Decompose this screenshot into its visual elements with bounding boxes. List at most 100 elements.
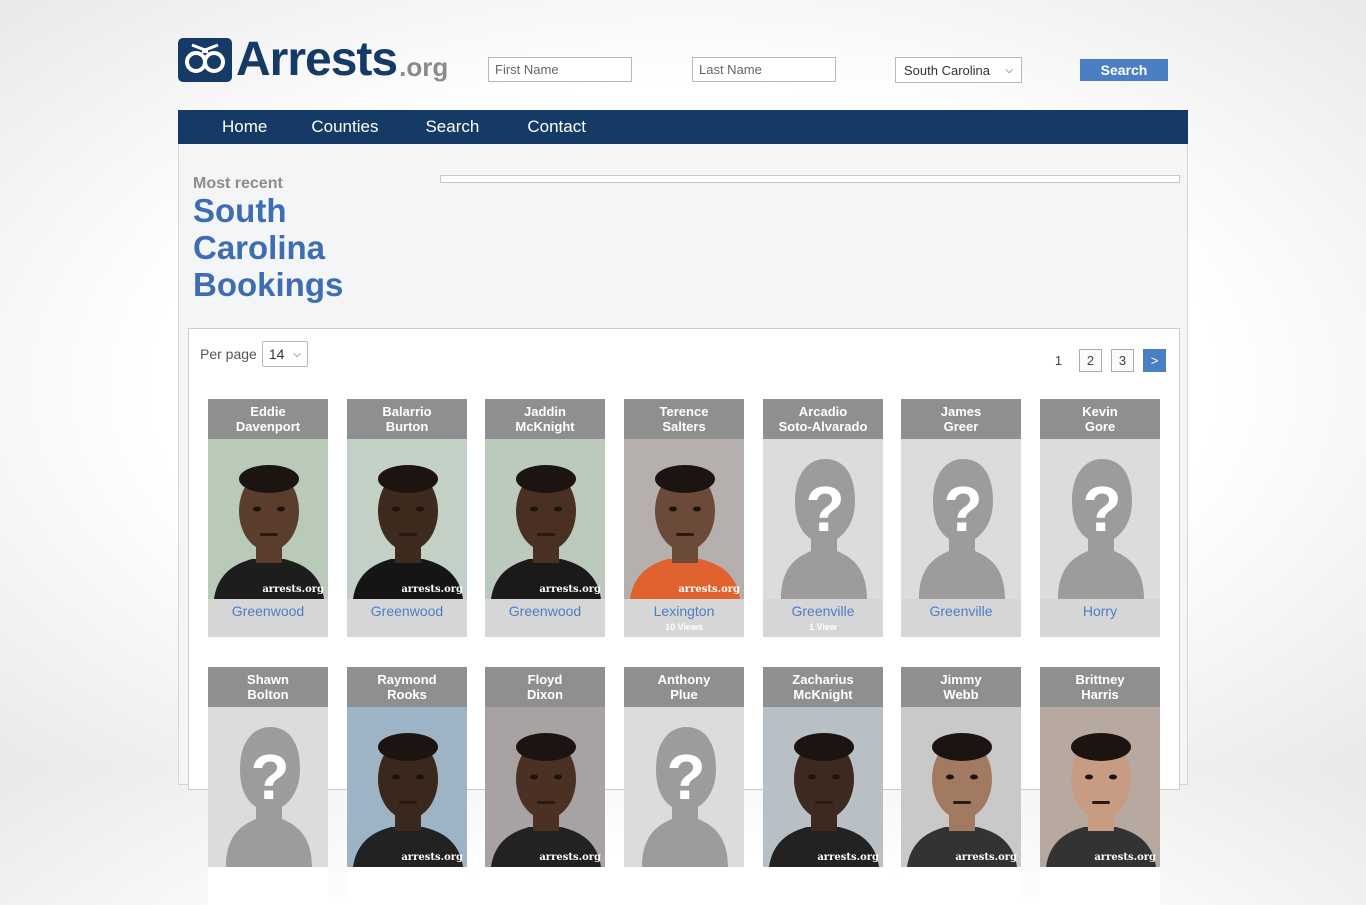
page-title-line3: Bookings [193,266,344,303]
person-name[interactable]: Jaddin McKnight [485,399,605,439]
booking-photo[interactable]: ? [624,707,744,867]
person-name[interactable]: Terence Salters [624,399,744,439]
card-footer: Greenville 1 View [763,599,883,637]
person-name[interactable]: Anthony Plue [624,667,744,707]
person-first-name: Jaddin [524,404,566,419]
county-link[interactable]: Greenwood [208,599,328,622]
booking-card[interactable]: Terence Salters arrests.org Lexington 10 Vie… [624,399,744,637]
booking-photo[interactable]: arrests.org [208,439,328,599]
person-first-name: Anthony [657,672,711,687]
card-footer: Horry [1040,599,1160,637]
booking-card[interactable]: Jimmy Webb arrests.org [901,667,1021,905]
per-page-label: Per page [200,346,257,362]
person-name[interactable]: Zacharius McKnight [763,667,883,707]
person-last-name: Rooks [387,687,427,702]
county-link[interactable]: Horry [1040,599,1160,622]
person-first-name: Jimmy [940,672,982,687]
state-select[interactable]: South Carolina ⌵ [895,57,1022,83]
person-last-name: Soto-Alvarado [778,419,868,434]
county-link[interactable]: Greenwood [347,599,467,622]
booking-card[interactable]: Brittney Harris arrests.org [1040,667,1160,905]
next-page-button[interactable]: > [1143,349,1166,372]
person-name[interactable]: Kevin Gore [1040,399,1160,439]
person-name[interactable]: Raymond Rooks [347,667,467,707]
county-link[interactable]: Lexington [624,599,744,622]
watermark: arrests.org [817,852,879,863]
county-link[interactable]: Greenville [763,599,883,622]
booking-photo[interactable]: arrests.org [763,707,883,867]
person-name[interactable]: Balarrio Burton [347,399,467,439]
booking-card[interactable]: Arcadio Soto-Alvarado? Greenville 1 View [763,399,883,637]
page-current: 1 [1054,353,1063,368]
person-name[interactable]: Jimmy Webb [901,667,1021,707]
watermark: arrests.org [539,584,601,595]
booking-card[interactable]: Balarrio Burton arrests.org Greenwood [347,399,467,637]
booking-photo[interactable]: ? [901,439,1021,599]
person-last-name: Greer [943,419,979,434]
booking-photo[interactable]: arrests.org [624,439,744,599]
booking-card[interactable]: James Greer? Greenville [901,399,1021,637]
booking-photo[interactable]: ? [208,707,328,867]
chevron-down-icon: ⌵ [293,348,301,360]
mugshot-photo [1040,707,1160,867]
booking-photo[interactable]: arrests.org [347,439,467,599]
handcuffs-logo-icon [178,38,232,82]
nav-contact[interactable]: Contact [527,110,586,144]
person-name[interactable]: James Greer [901,399,1021,439]
nav-counties[interactable]: Counties [311,110,378,144]
person-first-name: Shawn [247,672,289,687]
booking-photo[interactable]: arrests.org [485,439,605,599]
booking-card[interactable]: Shawn Bolton? [208,667,328,905]
watermark: arrests.org [401,852,463,863]
person-last-name: Salters [662,419,706,434]
county-link[interactable]: Greenville [901,599,1021,622]
person-last-name: McKnight [793,687,853,702]
page-title-line2: Carolina [193,229,326,266]
person-name[interactable]: Shawn Bolton [208,667,328,707]
site-logo[interactable]: Arrests .org [178,34,448,84]
page-2-link[interactable]: 2 [1079,349,1102,372]
booking-photo[interactable]: ? [1040,439,1160,599]
person-name[interactable]: Arcadio Soto-Alvarado [763,399,883,439]
mugshot-photo [624,439,744,599]
first-name-input[interactable] [488,57,632,82]
person-name[interactable]: Brittney Harris [1040,667,1160,707]
booking-photo[interactable]: arrests.org [1040,707,1160,867]
main-nav: Home Counties Search Contact [178,110,1188,144]
booking-card[interactable]: Eddie Davenport arrests.org Greenwood [208,399,328,637]
booking-card[interactable]: Kevin Gore? Horry [1040,399,1160,637]
booking-card[interactable]: Raymond Rooks arrests.org [347,667,467,905]
booking-card[interactable]: Floyd Dixon arrests.org [485,667,605,905]
booking-photo[interactable]: arrests.org [347,707,467,867]
nav-home[interactable]: Home [222,110,267,144]
booking-photo[interactable]: arrests.org [901,707,1021,867]
booking-card[interactable]: Anthony Plue? [624,667,744,905]
watermark: arrests.org [539,852,601,863]
person-last-name: Plue [670,687,698,702]
person-first-name: Kevin [1082,404,1118,419]
unknown-person-icon: ? [901,439,1021,599]
person-first-name: James [940,404,982,419]
mugshot-photo [485,707,605,867]
page-title: South Carolina Bookings [193,192,393,303]
watermark: arrests.org [955,852,1017,863]
svg-text:?: ? [250,741,289,813]
booking-card[interactable]: Jaddin McKnight arrests.org Greenwood [485,399,605,637]
most-recent-label: Most recent [193,175,283,192]
per-page-select[interactable]: 14 ⌵ [261,341,308,367]
svg-text:?: ? [805,473,844,545]
last-name-input[interactable] [692,57,836,82]
person-name[interactable]: Floyd Dixon [485,667,605,707]
person-first-name: Floyd [527,672,563,687]
card-footer: Greenwood [485,599,605,637]
person-first-name: Raymond [377,672,437,687]
person-name[interactable]: Eddie Davenport [208,399,328,439]
search-button[interactable]: Search [1080,59,1168,81]
booking-photo[interactable]: arrests.org [485,707,605,867]
person-last-name: Bolton [247,687,289,702]
county-link[interactable]: Greenwood [485,599,605,622]
booking-card[interactable]: Zacharius McKnight arrests.org [763,667,883,905]
page-3-link[interactable]: 3 [1111,349,1134,372]
booking-photo[interactable]: ? [763,439,883,599]
nav-search[interactable]: Search [425,110,479,144]
